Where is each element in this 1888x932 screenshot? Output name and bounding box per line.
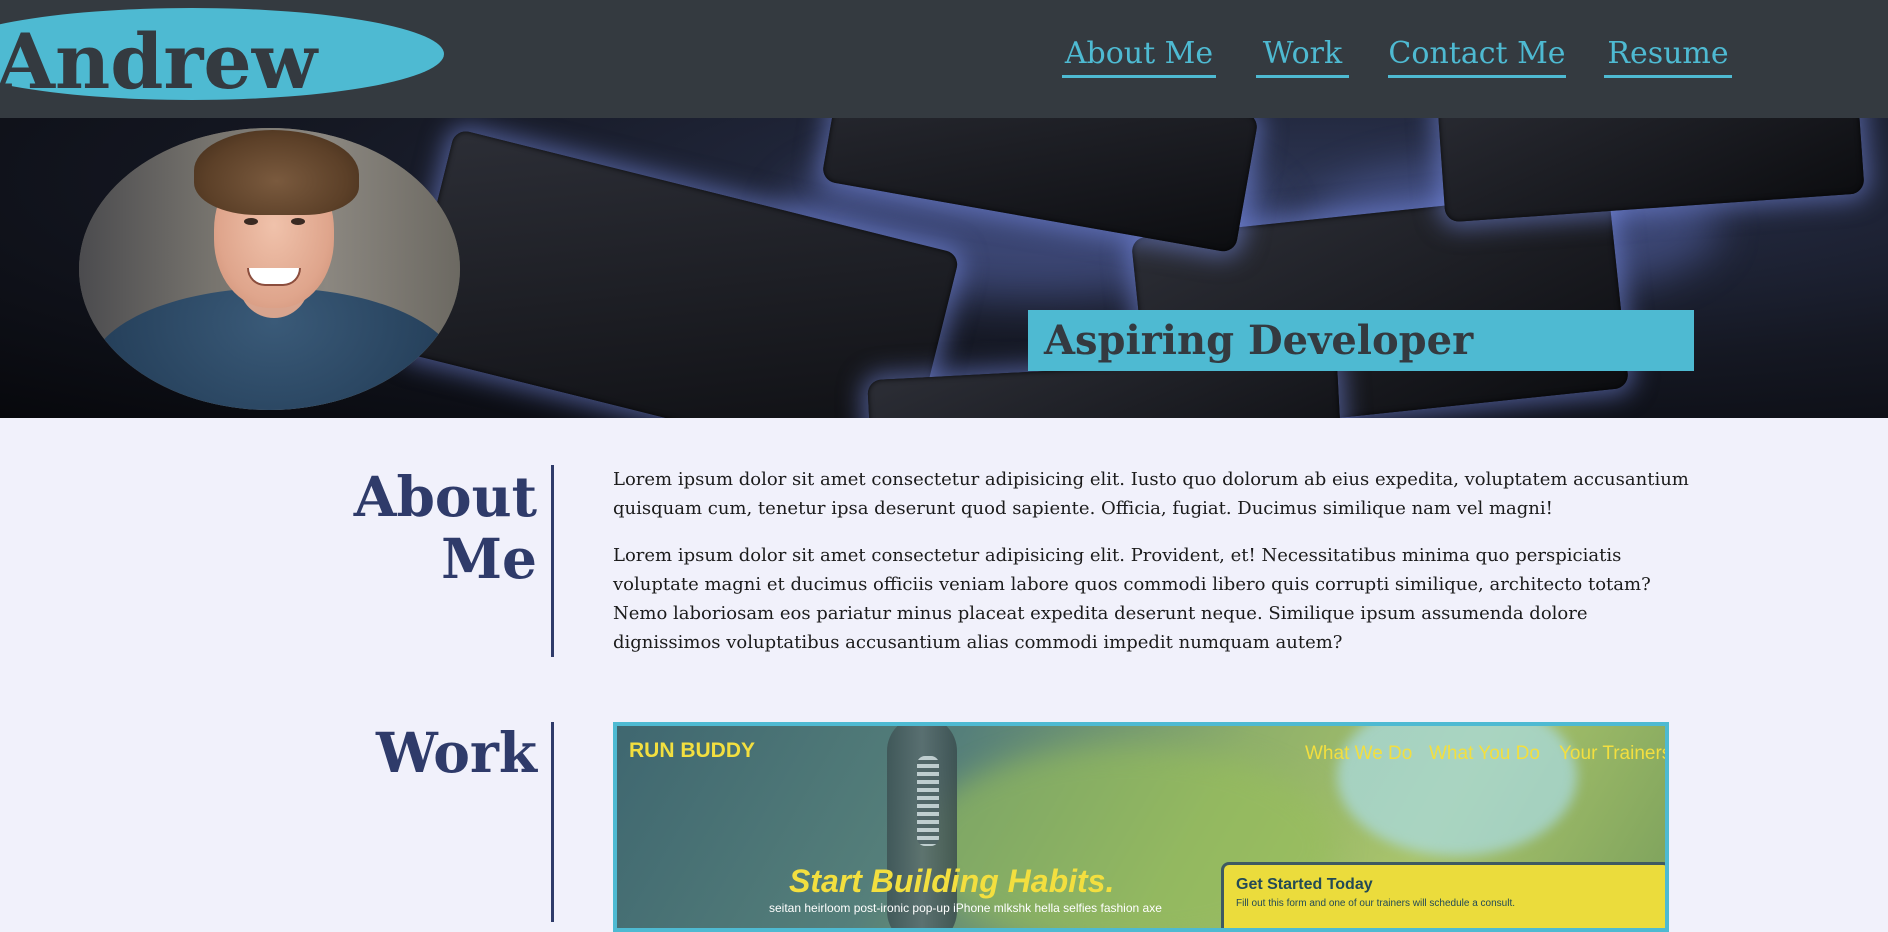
- nav-link-resume[interactable]: Resume: [1604, 32, 1732, 78]
- work-divider: [551, 722, 554, 922]
- about-paragraph-1: Lorem ipsum dolor sit amet consectetur a…: [613, 469, 1689, 519]
- brand-logo-oval[interactable]: Andrew: [0, 8, 444, 106]
- project-subline: seitan heirloom post-ironic pop-up iPhon…: [769, 901, 1162, 915]
- nav-link-contact-me[interactable]: Contact Me: [1388, 32, 1566, 78]
- work-heading: Work: [375, 720, 537, 785]
- project-nav-what-you-do: What You Do: [1429, 743, 1540, 764]
- project-form-text: Fill out this form and one of our traine…: [1236, 898, 1516, 909]
- project-nav-what-we-do: What We Do: [1305, 743, 1413, 764]
- project-headline: Start Building Habits.: [789, 863, 1115, 899]
- nav-link-about-me[interactable]: About Me: [1062, 32, 1216, 78]
- about-heading: About Me: [277, 466, 537, 590]
- nav-link-work[interactable]: Work: [1256, 32, 1349, 78]
- about-divider: [551, 465, 554, 657]
- about-heading-line1: About: [353, 464, 537, 529]
- project-signup-form: Get Started Today Fill out this form and…: [1221, 862, 1665, 928]
- about-paragraph-2: Lorem ipsum dolor sit amet consectetur a…: [613, 545, 1651, 653]
- profile-photo: [79, 128, 460, 410]
- project-nav-your-trainers: Your Trainers: [1559, 743, 1669, 764]
- brand-name[interactable]: Andrew: [0, 18, 317, 106]
- hero-tagline: Aspiring Developer: [1028, 310, 1694, 371]
- about-heading-line2: Me: [441, 526, 537, 591]
- project-logo: RUN BUDDY: [629, 739, 755, 762]
- project-form-title: Get Started Today: [1236, 876, 1373, 893]
- site-header: Andrew About Me Work Contact Me Resume: [0, 0, 1888, 118]
- project-card-run-buddy[interactable]: RUN BUDDY What We Do What You Do Your Tr…: [613, 722, 1669, 932]
